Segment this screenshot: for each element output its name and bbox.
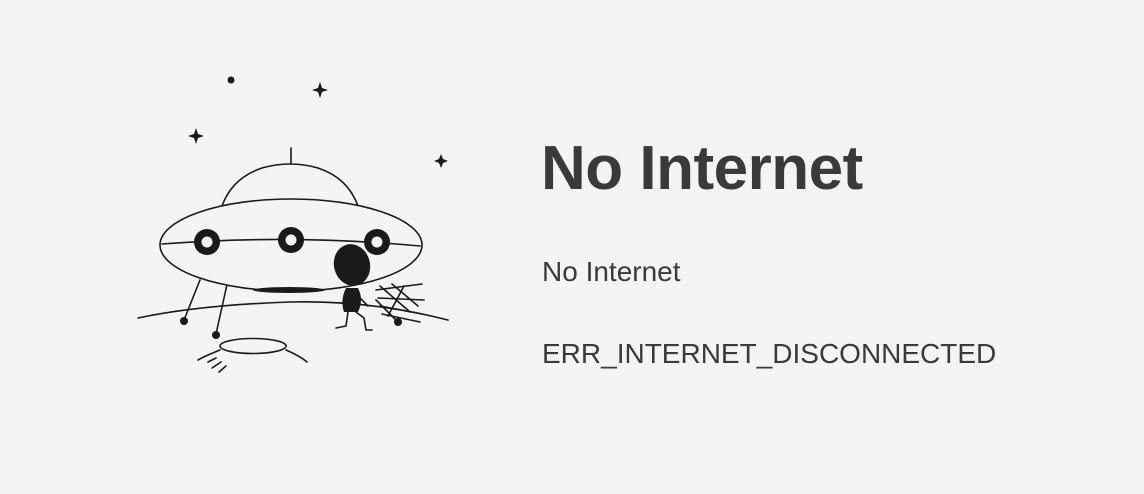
star-dot	[227, 76, 235, 84]
alien-leg	[355, 311, 373, 331]
alien-body	[342, 288, 361, 312]
error-code: ERR_INTERNET_DISCONNECTED	[542, 338, 997, 369]
ufo-alien-icon	[130, 65, 460, 385]
alien-leg	[335, 311, 349, 329]
ufo-leg	[183, 279, 201, 321]
error-description: No Internet	[542, 256, 681, 287]
star-sparkle	[312, 82, 328, 98]
star-sparkle	[434, 154, 448, 168]
error-page: No Internet No Internet ERR_INTERNET_DIS…	[0, 0, 1144, 494]
page-title: No Internet	[541, 134, 863, 203]
crater	[219, 337, 287, 355]
star-sparkle	[188, 128, 204, 144]
